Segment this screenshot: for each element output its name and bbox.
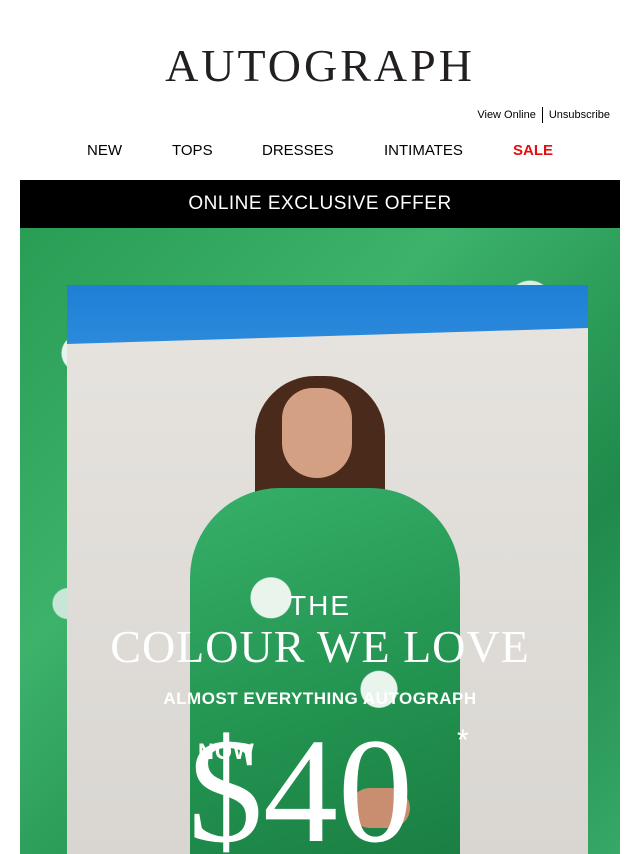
brand-logo[interactable]: AUTOGRAPH <box>0 40 640 92</box>
unsubscribe-link[interactable]: Unsubscribe <box>549 109 610 121</box>
nav-item-new[interactable]: NEW <box>87 142 122 159</box>
nav-item-intimates[interactable]: INTIMATES <box>384 142 463 159</box>
divider <box>541 107 543 123</box>
nav-item-sale[interactable]: SALE <box>513 142 553 159</box>
utility-links: View Online Unsubscribe <box>477 107 610 123</box>
view-online-link[interactable]: View Online <box>477 109 536 121</box>
hero-subheadline: ALMOST EVERYTHING AUTOGRAPH <box>163 689 477 708</box>
hero-price: $40 <box>188 708 413 854</box>
hero-headline-large: COLOUR WE LOVE <box>110 621 530 672</box>
nav-item-dresses[interactable]: DRESSES <box>262 142 334 159</box>
hero-headline-small: THE <box>289 590 351 621</box>
hero-image[interactable]: THE COLOUR WE LOVE ALMOST EVERYTHING AUT… <box>20 228 620 854</box>
nav-item-tops[interactable]: TOPS <box>172 142 213 159</box>
main-nav: NEW TOPS DRESSES INTIMATES SALE <box>0 142 640 162</box>
model-face <box>282 388 352 478</box>
offer-banner[interactable]: ONLINE EXCLUSIVE OFFER <box>20 180 620 228</box>
price-asterisk: * <box>457 724 469 757</box>
